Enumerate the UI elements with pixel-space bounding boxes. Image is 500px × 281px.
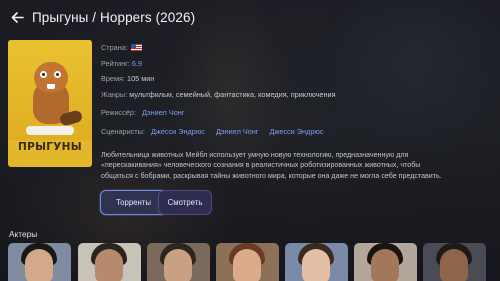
- actor-photo: [302, 249, 330, 281]
- actor-photo: [440, 249, 468, 281]
- writers-row: Сценаристы: Джесси Эндрюс Дэниел Чонг Дж…: [101, 127, 324, 136]
- writer-link[interactable]: Джесси Эндрюс: [151, 127, 205, 136]
- movie-description: Любительница животных Мейбл использует у…: [101, 151, 442, 180]
- director-link[interactable]: Дэниел Чонг: [142, 108, 184, 117]
- writer-link[interactable]: Джесси Эндрюс: [270, 127, 324, 136]
- actor-card[interactable]: [8, 243, 71, 281]
- actor-photo: [164, 249, 192, 281]
- actors-carousel: [8, 243, 500, 281]
- actor-card[interactable]: [216, 243, 279, 281]
- runtime-row: Время: 105 мин: [101, 74, 155, 83]
- country-row: Страна:: [101, 43, 142, 52]
- rating-row: Рейтинг: 6.9: [101, 59, 143, 68]
- movie-poster: ПРЫГУНЫ: [8, 40, 92, 167]
- runtime-value: 105 мин: [127, 74, 155, 83]
- actor-photo: [95, 249, 123, 281]
- actors-section-title: Актеры: [9, 229, 38, 239]
- actor-card[interactable]: [147, 243, 210, 281]
- actor-card[interactable]: [285, 243, 348, 281]
- watch-button[interactable]: Смотреть: [158, 190, 212, 215]
- page-title: Прыгуны / Hoppers (2026): [32, 9, 196, 25]
- us-flag-icon: [130, 44, 142, 51]
- genres-row: Жанры: мультфильм, семейный, фантастика,…: [101, 90, 336, 99]
- actor-card[interactable]: [78, 243, 141, 281]
- poster-title: ПРЫГУНЫ: [18, 141, 82, 153]
- torrents-button[interactable]: Торренты: [100, 190, 167, 215]
- top-bar: Прыгуны / Hoppers (2026): [0, 0, 500, 34]
- rating-value: 6.9: [131, 59, 143, 68]
- genres-value: мультфильм, семейный, фантастика, комеди…: [129, 90, 336, 99]
- actor-photo: [233, 249, 261, 281]
- back-arrow-icon[interactable]: [10, 10, 24, 24]
- actor-card[interactable]: [354, 243, 417, 281]
- actor-photo: [371, 249, 399, 281]
- writer-link[interactable]: Дэниел Чонг: [216, 127, 258, 136]
- actor-card[interactable]: [423, 243, 486, 281]
- director-row: Режиссёр: Дэниел Чонг: [101, 108, 185, 117]
- actor-photo: [25, 249, 53, 281]
